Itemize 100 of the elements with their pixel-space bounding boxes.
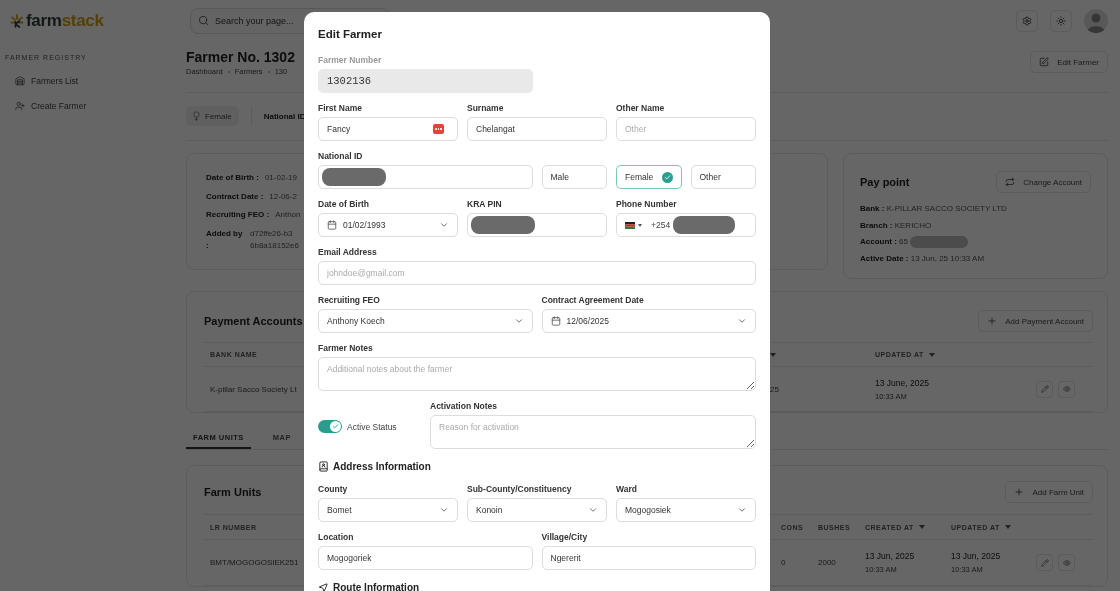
field-label: County — [318, 483, 349, 495]
field-label: Farmer Notes — [318, 342, 374, 354]
text-field[interactable]: Other — [616, 117, 756, 141]
field-label: Surname — [467, 102, 505, 114]
field-label: Contract Agreement Date — [541, 294, 645, 306]
date-text: 13 Jun, 2025 — [951, 551, 1001, 561]
caret-icon — [638, 223, 642, 227]
gender-option[interactable]: Other — [690, 165, 756, 189]
card-title: Payment Accounts — [204, 315, 303, 327]
table-cell: K-pillar Sacco Society Lt — [210, 384, 297, 394]
field-label: Farmer Number — [318, 54, 383, 66]
pay-point-line: Account : 65 — [860, 236, 908, 248]
cursor-icon — [318, 581, 329, 591]
chevron-down-icon — [737, 316, 747, 326]
warehouse-icon — [15, 75, 25, 86]
eye-icon — [1062, 558, 1071, 567]
text-field[interactable] — [318, 165, 533, 189]
view-button[interactable] — [1058, 380, 1075, 398]
edit-button[interactable] — [1036, 380, 1053, 398]
view-button[interactable] — [1058, 554, 1075, 571]
edit-button[interactable] — [1036, 554, 1053, 571]
text-field[interactable]: johndoe@gmail.com — [318, 261, 756, 285]
add-button[interactable]: Add Farm Unit — [1005, 481, 1093, 503]
notes-field[interactable]: Reason for activation — [430, 415, 756, 449]
logo-text: farmstack — [26, 11, 104, 31]
eye-icon — [1062, 385, 1071, 393]
chevron-down-icon — [737, 505, 747, 515]
page-title: Farmer No. 1302 — [186, 48, 295, 66]
text-field[interactable]: Fancy — [318, 117, 458, 141]
phone-field[interactable]: +254 — [616, 213, 756, 237]
text-field[interactable]: Ngererit — [541, 546, 756, 570]
detail-value: 12-06-2 — [269, 190, 297, 203]
select-field[interactable]: Bomet — [318, 498, 458, 522]
detail-label: Added by : — [206, 227, 244, 252]
field-label: Sub-County/Constituency — [467, 483, 573, 495]
plus-icon — [987, 316, 998, 326]
date-text: 13 Jun, 2025 — [865, 551, 915, 561]
field-label: Email Address — [318, 246, 378, 258]
field-label: Activation Notes — [430, 400, 499, 412]
pay-point-line: Branch : KERICHO — [860, 219, 932, 232]
pay-point-line: Bank : K-PILLAR SACCO SOCIETY LTD — [860, 203, 1007, 215]
redacted-value — [673, 216, 736, 234]
contact-book-icon — [318, 460, 329, 472]
flag-icon — [625, 221, 635, 229]
detail-label: Date of Birth : — [206, 172, 259, 184]
field-label: Other Name — [616, 102, 666, 114]
add-button[interactable]: Add Payment Account — [978, 310, 1093, 332]
sidebar-item[interactable]: Create Farmer — [5, 93, 170, 118]
redacted-value — [471, 216, 535, 234]
text-field[interactable] — [467, 213, 607, 237]
field-label: Date of Birth — [318, 198, 370, 210]
card-title: Farm Units — [204, 486, 262, 498]
sidebar-item[interactable]: Farmers List — [5, 68, 170, 93]
chevron-down-icon — [588, 505, 598, 515]
pencil-icon — [1040, 558, 1049, 567]
plus-icon — [1014, 487, 1025, 497]
gear-icon — [1022, 16, 1032, 26]
select-field[interactable]: Anthony Koech — [318, 309, 533, 333]
detail-value: 01-02-19 — [264, 172, 297, 184]
change-account-button[interactable]: Change Account — [996, 171, 1091, 193]
date-field[interactable]: 01/02/1993 — [318, 213, 458, 237]
field-label: First Name — [318, 102, 363, 114]
logo-icon — [10, 14, 24, 28]
calendar-icon — [550, 316, 561, 326]
redacted-value — [322, 168, 386, 186]
field-label: Phone Number — [616, 198, 678, 210]
field-label: KRA PIN — [467, 198, 503, 210]
field-label: Recruiting FEO — [318, 294, 381, 306]
chevron-down-icon — [439, 505, 449, 515]
pencil-icon — [1040, 385, 1049, 393]
select-field[interactable]: Mogogosiek — [616, 498, 756, 522]
user-plus-icon — [15, 100, 25, 111]
date-field[interactable]: 12/06/2025 — [541, 309, 756, 333]
table-cell: BMT/MOGOGOSIEK251 — [210, 558, 299, 567]
text-field[interactable]: Mogogoriek — [318, 546, 533, 570]
toggle-switch[interactable] — [318, 420, 342, 433]
female-icon — [193, 111, 200, 121]
table-cell: 25 — [770, 384, 779, 394]
settings-button[interactable] — [1016, 10, 1038, 32]
repeat-icon — [1005, 177, 1016, 187]
notes-field[interactable]: Additional notes about the farmer — [318, 357, 756, 391]
edit-icon — [1039, 57, 1050, 67]
gender-chip: Female — [186, 106, 239, 126]
select-field[interactable]: Konoin — [467, 498, 607, 522]
detail-label: Recruiting FEO : — [206, 209, 270, 221]
toggle-label: Active Status — [347, 421, 397, 432]
check-icon — [661, 171, 673, 183]
gender-option[interactable]: Male — [541, 165, 607, 189]
edit-farmer-button[interactable]: Edit Farmer — [1030, 51, 1108, 73]
detail-value: d72ffe26-b3 6b8a18152e6 — [250, 227, 299, 252]
text-field[interactable]: Chelangat — [467, 117, 607, 141]
theme-button[interactable] — [1050, 10, 1072, 32]
check-icon — [332, 423, 339, 430]
field-label: Location — [318, 531, 355, 543]
card-title: Pay point — [860, 176, 910, 188]
sun-icon — [1056, 16, 1066, 26]
gender-option[interactable]: Female — [616, 165, 682, 189]
chevron-down-icon — [439, 220, 449, 230]
avatar[interactable] — [1084, 9, 1108, 33]
date-text: 13 June, 2025 — [875, 377, 929, 388]
